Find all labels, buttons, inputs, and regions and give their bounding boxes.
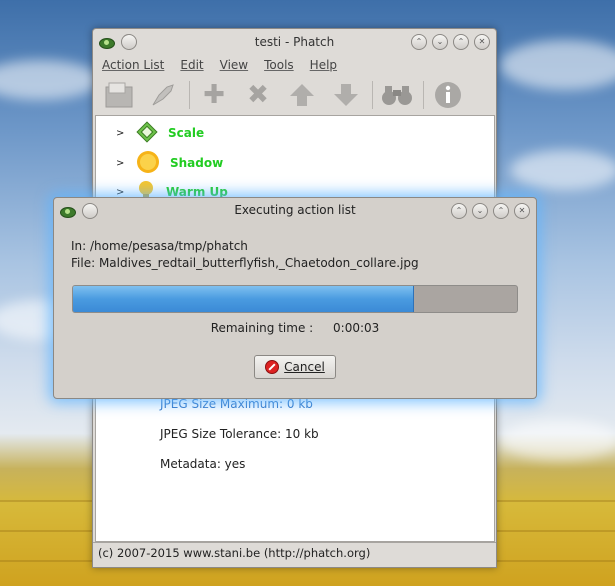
cloud <box>500 420 615 460</box>
close-button[interactable]: ✕ <box>474 34 490 50</box>
menu-tools[interactable]: Tools <box>264 58 294 72</box>
progress-bar <box>72 285 518 313</box>
sun-icon <box>136 150 160 177</box>
current-file-text: File: Maldives_redtail_butterflyfish,_Ch… <box>71 256 419 270</box>
status-bar: (c) 2007-2015 www.stani.be (http://phatc… <box>93 542 496 563</box>
maximize-button[interactable]: ⌃ <box>493 203 509 219</box>
expand-arrow-icon[interactable]: > <box>116 158 126 169</box>
expand-arrow-icon[interactable]: > <box>116 128 126 139</box>
window-menu-button[interactable] <box>121 34 137 50</box>
action-label: Shadow <box>170 156 224 170</box>
param-jpeg-size-maximum[interactable]: JPEG Size Maximum: 0 kb <box>160 397 313 411</box>
app-eye-icon[interactable] <box>60 206 76 218</box>
dialog-info: In: /home/pesasa/tmp/phatch File: Maldiv… <box>71 238 419 272</box>
window-titlebar[interactable]: testi - Phatch ⌃ ⌄ ⌃ ✕ <box>93 29 496 55</box>
action-row-scale[interactable]: > Scale <box>116 119 204 147</box>
close-button[interactable]: ✕ <box>514 203 530 219</box>
minimize-button[interactable]: ⌄ <box>472 203 488 219</box>
cancel-label: Cancel <box>284 360 325 374</box>
open-folder-icon[interactable] <box>101 77 137 113</box>
param-metadata[interactable]: Metadata: yes <box>160 457 245 471</box>
cloud <box>510 150 615 190</box>
add-icon[interactable]: ✚ <box>196 77 232 113</box>
maximize-button[interactable]: ⌃ <box>453 34 469 50</box>
minimize-button[interactable]: ⌄ <box>432 34 448 50</box>
param-jpeg-size-tolerance[interactable]: JPEG Size Tolerance: 10 kb <box>160 427 319 441</box>
progress-dialog: Executing action list ⌃ ⌄ ⌃ ✕ In: /home/… <box>53 197 537 399</box>
execute-rocket-icon[interactable] <box>145 77 181 113</box>
move-down-icon[interactable] <box>328 77 364 113</box>
menu-view[interactable]: View <box>220 58 248 72</box>
dialog-titlebar[interactable]: Executing action list ⌃ ⌄ ⌃ ✕ <box>54 198 536 222</box>
expand-arrow-icon[interactable]: > <box>116 187 126 198</box>
cloud <box>0 60 100 100</box>
input-path-text: In: /home/pesasa/tmp/phatch <box>71 239 248 253</box>
remove-icon[interactable]: ✖ <box>240 77 276 113</box>
toolbar-separator <box>423 81 424 109</box>
keep-above-button[interactable]: ⌃ <box>451 203 467 219</box>
toolbar: ✚ ✖ <box>93 75 496 115</box>
dialog-title: Executing action list <box>234 203 356 217</box>
cancel-icon <box>265 360 280 374</box>
window-title: testi - Phatch <box>254 35 335 49</box>
menu-help[interactable]: Help <box>310 58 337 72</box>
remaining-time: Remaining time : 0:00:03 <box>54 321 536 335</box>
keep-above-button[interactable]: ⌃ <box>411 34 427 50</box>
cancel-button[interactable]: Cancel <box>254 355 336 379</box>
toolbar-separator <box>189 81 190 109</box>
action-row-shadow[interactable]: > Shadow <box>116 149 223 177</box>
app-eye-icon[interactable] <box>99 37 115 49</box>
remaining-time-label: Remaining time : <box>210 321 314 335</box>
move-up-icon[interactable] <box>284 77 320 113</box>
binoculars-icon[interactable] <box>379 77 415 113</box>
cloud <box>500 40 615 90</box>
action-label: Scale <box>168 126 205 140</box>
menu-edit[interactable]: Edit <box>180 58 203 72</box>
toolbar-separator <box>372 81 373 109</box>
remaining-time-value: 0:00:03 <box>333 321 380 335</box>
info-icon[interactable] <box>430 77 466 113</box>
menu-action-list[interactable]: Action List <box>102 58 164 72</box>
scale-icon <box>136 120 158 146</box>
dialog-menu-button[interactable] <box>82 203 98 219</box>
menubar: Action List Edit View Tools Help <box>93 55 496 75</box>
progress-bar-fill <box>73 286 414 312</box>
